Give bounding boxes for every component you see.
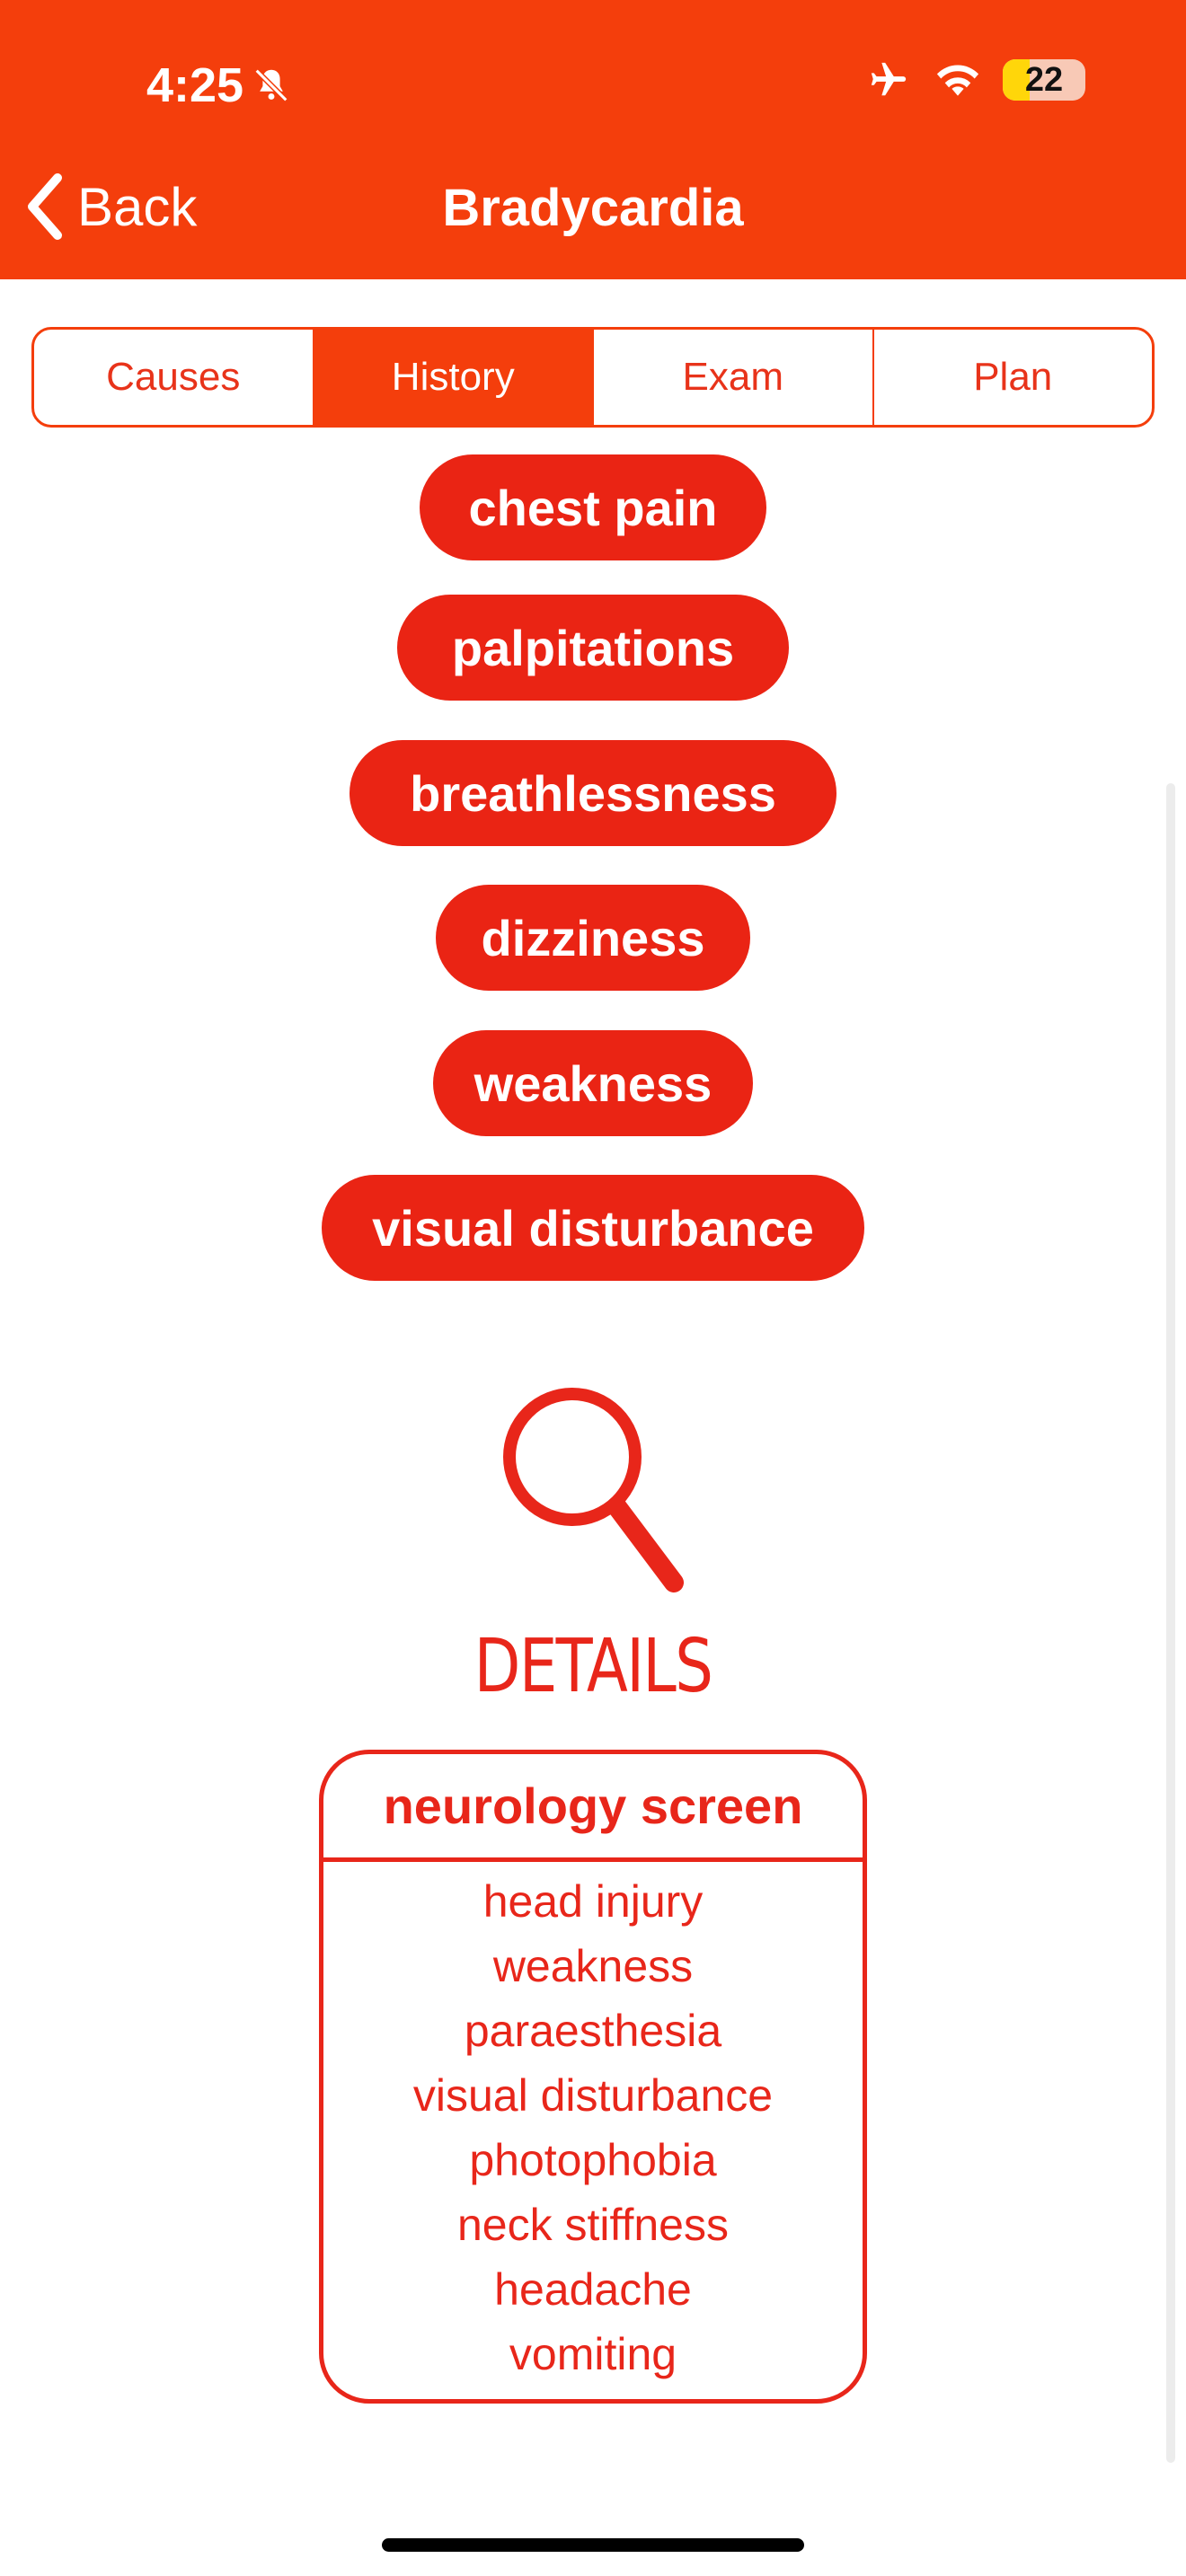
list-item: neck stiffness	[456, 2200, 729, 2250]
bell-muted-icon	[253, 67, 289, 103]
tab-history[interactable]: History	[314, 330, 594, 425]
details-heading: DETAILS	[474, 1624, 713, 1709]
symptom-pill-breathlessness[interactable]: breathlessness	[350, 740, 836, 846]
battery-indicator: 22	[1003, 59, 1085, 101]
list-item: visual disturbance	[412, 2070, 774, 2121]
tab-plan[interactable]: Plan	[874, 330, 1153, 425]
nav-header: 4:25 22 Back Bradycardia	[0, 0, 1186, 279]
magnifier-icon	[503, 1388, 684, 1592]
symptom-pill-chest-pain[interactable]: chest pain	[420, 454, 766, 560]
list-item: headache	[494, 2264, 692, 2315]
symptom-pill-palpitations[interactable]: palpitations	[397, 595, 789, 701]
list-item: photophobia	[469, 2135, 717, 2185]
time-text: 4:25	[146, 58, 244, 112]
status-bar-time: 4:25	[146, 57, 292, 113]
tab-causes[interactable]: Causes	[34, 330, 314, 425]
list-item: paraesthesia	[464, 2006, 722, 2056]
symptom-pill-visual-disturbance[interactable]: visual disturbance	[322, 1175, 864, 1281]
symptom-pill-dizziness[interactable]: dizziness	[436, 885, 750, 991]
list-item: weakness	[492, 1941, 694, 1991]
page-title: Bradycardia	[442, 179, 744, 237]
card-item-list: head injury weakness paraesthesia visual…	[323, 1862, 863, 2386]
segmented-control: Causes History Exam Plan	[31, 327, 1155, 428]
card-title: neurology screen	[323, 1754, 863, 1862]
home-indicator[interactable]	[382, 2538, 804, 2552]
wifi-icon	[936, 65, 979, 96]
neurology-screen-card: neurology screen head injury weakness pa…	[319, 1750, 867, 2404]
battery-level: 22	[1024, 60, 1064, 99]
scrollbar[interactable]	[1166, 783, 1175, 2463]
status-bar-right: 22	[864, 59, 1085, 101]
symptom-pill-weakness[interactable]: weakness	[433, 1030, 753, 1136]
tab-exam[interactable]: Exam	[594, 330, 874, 425]
airplane-icon	[871, 62, 907, 96]
list-item: head injury	[482, 1876, 704, 1927]
list-item: vomiting	[509, 2329, 677, 2379]
